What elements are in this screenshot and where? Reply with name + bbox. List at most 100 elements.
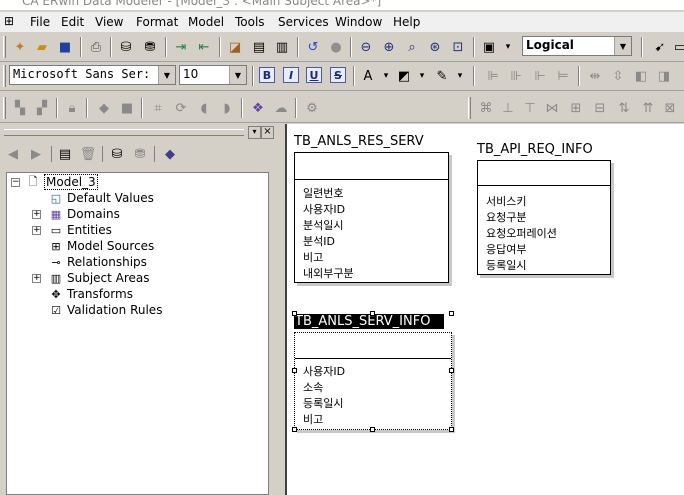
print-icon[interactable]: ⎙ xyxy=(86,37,106,57)
menu-edit[interactable]: Edit xyxy=(61,14,84,30)
tree-item[interactable]: ✥ Transforms xyxy=(49,286,133,302)
entity-attribute[interactable]: 분석일시 xyxy=(303,217,343,233)
font-select[interactable]: Microsoft Sans Ser: ▼ xyxy=(9,65,176,85)
symmetric-icon[interactable]: ⊟ xyxy=(590,98,610,118)
entity-title[interactable]: TB_ANLS_RES_SERV xyxy=(294,134,424,149)
menu-services[interactable]: Services xyxy=(278,14,329,30)
menu-help[interactable]: Help xyxy=(393,14,420,30)
sort-icon[interactable]: ⇅ xyxy=(614,98,634,118)
same-size-icon[interactable]: ◧ xyxy=(631,66,651,86)
tree-item[interactable]: + ▦ Domains xyxy=(32,206,120,222)
underline-button[interactable]: U xyxy=(306,67,322,83)
find-replace-icon[interactable]: ⛃ xyxy=(140,37,160,57)
pane-close-icon[interactable]: × xyxy=(261,126,274,139)
pane-grip[interactable] xyxy=(4,129,244,136)
tree-root[interactable]: − 🗋 Model_3 xyxy=(11,174,98,190)
find-next-icon[interactable]: ⛃ xyxy=(130,144,150,164)
entity-attribute[interactable]: 분석ID xyxy=(303,233,335,249)
entity-title[interactable]: TB_API_REQ_INFO xyxy=(477,142,593,157)
entity-attribute[interactable]: 요청구분 xyxy=(486,209,526,225)
open-folder-icon[interactable]: ▰ xyxy=(32,37,52,57)
tree-item[interactable]: ⊞ Model Sources xyxy=(49,238,154,254)
tree-item[interactable]: ⊸ Relationships xyxy=(49,254,147,270)
toolbar-grip[interactable] xyxy=(468,97,471,119)
layout-icon[interactable]: ⌘ xyxy=(476,98,496,118)
toolbar-grip[interactable] xyxy=(3,65,6,87)
subtype-icon[interactable]: ▞ xyxy=(32,98,52,118)
align-right-icon[interactable]: ⊩ xyxy=(530,66,550,86)
resize-handle[interactable] xyxy=(449,427,454,432)
menu-format[interactable]: Format xyxy=(136,14,178,30)
domain-icon[interactable]: ❖ xyxy=(248,98,268,118)
zoom-selection-icon[interactable]: ⊡ xyxy=(448,37,468,57)
toolbar-grip[interactable] xyxy=(3,36,6,58)
hierarchy-icon[interactable]: ⊥ xyxy=(498,98,518,118)
primary-key-area[interactable] xyxy=(295,333,451,359)
compact-icon[interactable]: ⊠ xyxy=(660,98,680,118)
expand-icon[interactable]: + xyxy=(32,209,41,219)
zoom-out-icon[interactable]: ⊖ xyxy=(356,37,376,57)
primary-key-area[interactable] xyxy=(478,161,610,186)
resize-handle[interactable] xyxy=(292,368,297,373)
entity-box[interactable]: 일련번호 사용자ID 분석일시 분석ID 비고 내외부구분 xyxy=(294,152,449,283)
entity-icon[interactable]: ▚ xyxy=(10,98,30,118)
fill-color-dropdown-icon[interactable]: ▾ xyxy=(412,66,432,86)
primary-key-area[interactable] xyxy=(295,153,448,180)
entity-box[interactable]: 서비스키 요청구분 요청오퍼레이션 응답여부 등록일시 xyxy=(477,160,611,275)
zoom-in-icon[interactable]: ⊕ xyxy=(379,37,399,57)
entity-attribute[interactable]: 응답여부 xyxy=(486,241,526,257)
space-horizontal-icon[interactable]: ⇹ xyxy=(585,66,605,86)
view-icon[interactable]: ■ xyxy=(117,98,137,118)
entity-attribute[interactable]: 요청오퍼레이션 xyxy=(486,225,557,241)
forward-icon[interactable]: ▶ xyxy=(26,144,46,164)
menu-tools[interactable]: Tools xyxy=(235,14,265,30)
italic-button[interactable]: I xyxy=(283,67,299,83)
entity-attribute[interactable]: 일련번호 xyxy=(303,185,343,201)
system-menu-icon[interactable]: ⊞ xyxy=(4,14,18,28)
menu-model[interactable]: Model xyxy=(188,14,224,30)
expand-icon[interactable]: + xyxy=(32,273,41,283)
fill-color-icon[interactable]: ◩ xyxy=(394,66,414,86)
entity-attribute[interactable]: 등록일시 xyxy=(486,257,526,273)
zoom-fit-icon[interactable]: ⊛ xyxy=(425,37,445,57)
toolbar-grip[interactable] xyxy=(3,97,6,119)
properties-icon[interactable]: ◪ xyxy=(225,37,245,57)
font-color-dropdown-icon[interactable]: ▾ xyxy=(376,66,396,86)
menu-window[interactable]: Window xyxy=(335,14,382,30)
tree-item[interactable]: + ▥ Subject Areas xyxy=(32,270,150,286)
strikethrough-button[interactable]: S xyxy=(330,67,346,83)
resize-handle[interactable] xyxy=(449,311,454,316)
tree-layout-icon[interactable]: ⊤ xyxy=(520,98,540,118)
zoom-icon[interactable]: ⌕ xyxy=(402,37,422,57)
annotation-icon[interactable]: ◗ xyxy=(217,98,237,118)
resize-handle[interactable] xyxy=(370,427,375,432)
collapse-icon[interactable]: − xyxy=(11,177,20,187)
chevron-down-icon[interactable]: ▼ xyxy=(614,37,631,55)
menu-view[interactable]: View xyxy=(95,14,123,30)
undo-icon[interactable]: ↺ xyxy=(303,37,323,57)
entity-attribute[interactable]: 소속 xyxy=(303,379,323,395)
entity-attribute[interactable]: 비고 xyxy=(303,411,323,427)
note-icon[interactable]: ◖ xyxy=(194,98,214,118)
resize-icon[interactable]: ◨ xyxy=(654,66,674,86)
entity-attribute[interactable]: 사용자ID xyxy=(303,201,345,217)
align-left-icon[interactable]: ⊫ xyxy=(483,66,503,86)
expand-icon[interactable]: + xyxy=(32,225,41,235)
bold-button[interactable]: B xyxy=(259,67,275,83)
selected-entity-title[interactable]: TB_ANLS_SERV_INFO xyxy=(294,314,445,329)
align-top-icon[interactable]: ⊨ xyxy=(553,66,573,86)
tree-item[interactable]: ☑ Validation Rules xyxy=(49,302,162,318)
reverse-engineer-icon[interactable]: ⇤ xyxy=(194,37,214,57)
tree-item[interactable]: ◱ Default Values xyxy=(49,190,154,206)
chevron-down-icon[interactable]: ▼ xyxy=(158,66,175,84)
font-color-icon[interactable]: A xyxy=(358,66,378,86)
tree-item[interactable]: + ▭ Entities xyxy=(32,222,112,238)
entity-attribute[interactable]: 비고 xyxy=(303,249,323,265)
new-model-icon[interactable]: ✦ xyxy=(10,37,30,57)
find-icon[interactable]: ⛁ xyxy=(107,144,127,164)
entity-tool-icon[interactable]: ▭ xyxy=(670,37,684,57)
menu-file[interactable]: File xyxy=(30,14,50,30)
display-level-icon[interactable]: ▣ xyxy=(479,37,499,57)
lock-icon[interactable]: 🔒︎ xyxy=(62,98,82,118)
properties-icon[interactable]: ▤ xyxy=(55,144,75,164)
